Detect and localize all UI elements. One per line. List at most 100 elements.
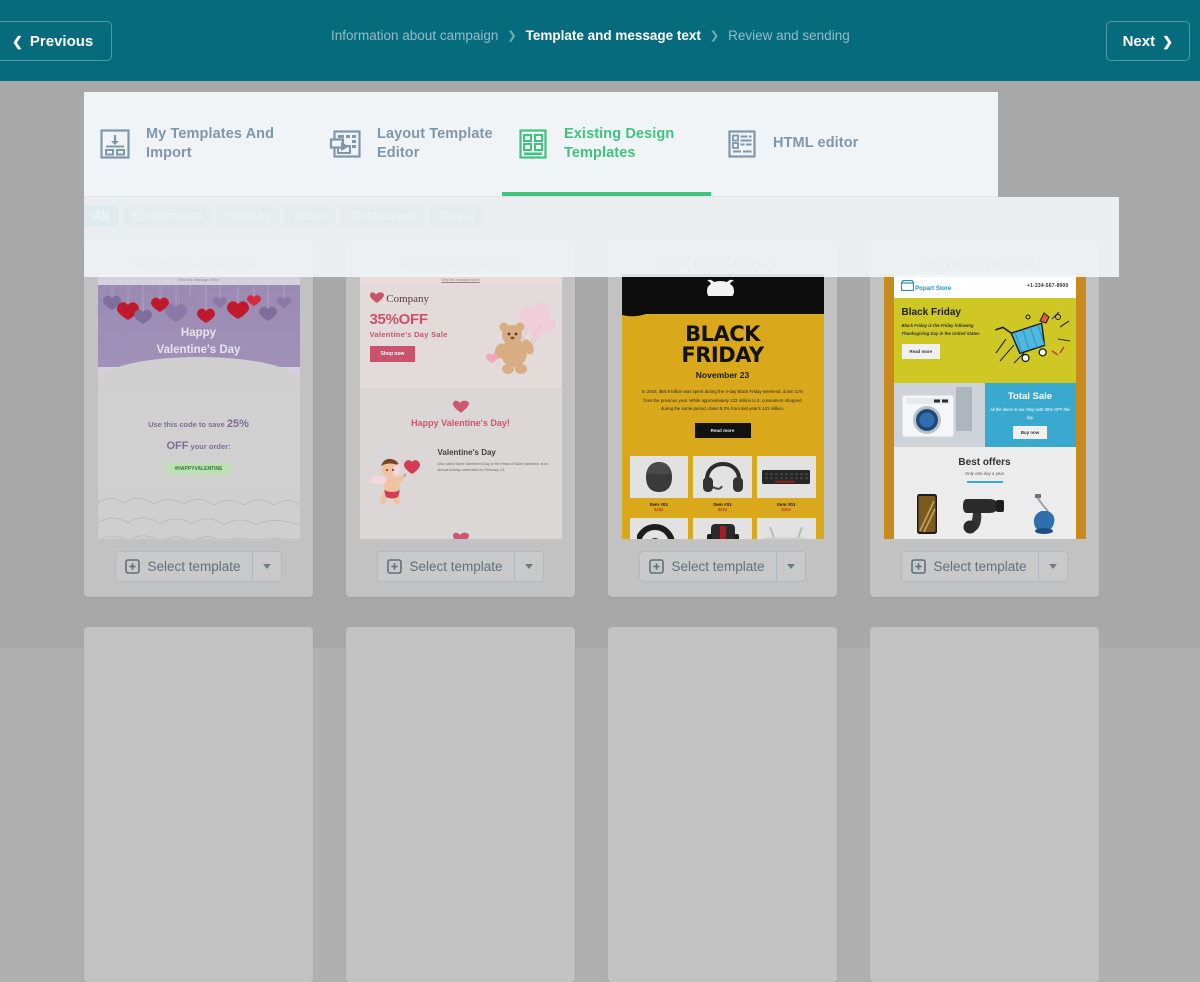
thumb-item-image — [958, 493, 1012, 535]
template-card[interactable] — [346, 627, 575, 982]
thumb-cta-button: Read more — [695, 423, 751, 438]
thumb-promo-line2: OFF your order: — [108, 435, 290, 457]
divider — [967, 481, 1003, 483]
select-template-dropdown[interactable] — [515, 552, 543, 581]
html-code-icon — [725, 127, 759, 161]
headset-icon — [700, 460, 746, 494]
tab-layout-template-editor[interactable]: Layout Template Editor — [315, 92, 502, 196]
wizard-topbar: ❮ Previous Information about campaign ❯ … — [0, 0, 1200, 81]
template-source-tabs: My Templates And Import — [84, 92, 998, 196]
select-template-button[interactable]: Select template — [378, 552, 514, 581]
thumb-best-title: Best offers — [894, 457, 1076, 468]
shopping-cart-illustration-icon — [988, 307, 1074, 369]
thumb-item-image — [757, 518, 816, 539]
breadcrumb: Information about campaign ❯ Template an… — [331, 28, 850, 43]
template-thumbnail[interactable]: BLACK FRIDAY November 23 In 2016, $50.9 … — [622, 274, 824, 539]
template-card-actions: Select template — [377, 551, 543, 582]
thumb-title: BLACK FRIDAY — [634, 324, 812, 365]
template-thumbnail[interactable]: View this message online Company — [360, 274, 562, 539]
add-box-icon — [649, 559, 664, 574]
select-template-label: Select template — [147, 559, 240, 574]
thumb-band-text: Happy Valentine's Day! — [360, 418, 562, 428]
select-template-button[interactable]: Select template — [640, 552, 776, 581]
tab-existing-design-templates[interactable]: Existing Design Templates — [502, 92, 711, 196]
thumb-item: Item #01 $252 — [693, 456, 752, 512]
layout-editor-icon — [329, 127, 363, 161]
thumb-brand: Popart Store — [901, 280, 952, 292]
select-template-button[interactable]: Select template — [902, 552, 1038, 581]
thumb-sale-text: Total Sale All the items in our shop wit… — [985, 383, 1076, 447]
cupid-icon — [368, 448, 430, 510]
chevron-down-icon — [787, 564, 795, 569]
teddy-balloons-icon — [466, 303, 562, 389]
clouds-band — [98, 489, 300, 539]
thumb-item: Item #01 $420 $252 — [900, 493, 954, 539]
template-thumbnail[interactable]: View this message online — [98, 274, 300, 539]
thumb-item-price: $252 — [757, 507, 816, 512]
template-source-tabs-panel: My Templates And Import — [84, 92, 998, 197]
previous-button[interactable]: ❮ Previous — [0, 21, 112, 61]
thumb-item — [630, 518, 689, 539]
thumb-promo-line1: Use this code to save 25% — [108, 413, 290, 435]
select-template-dropdown[interactable] — [1039, 552, 1067, 581]
thumb-article-text: Also called Saint Valentine's Day or the… — [438, 461, 554, 473]
mouse-icon — [636, 460, 682, 494]
next-button[interactable]: Next ❯ — [1106, 21, 1190, 61]
thumb-hero-cta: Read more — [902, 344, 941, 359]
thumb-article-title: Valentine's Day — [438, 448, 554, 457]
thumb-items-row: Item #01 $420 $252 — [894, 487, 1076, 539]
breadcrumb-step-1[interactable]: Information about campaign — [331, 28, 498, 43]
template-thumbnail[interactable]: Popart Store +1-234-567-8900 Black Frida… — [884, 274, 1086, 539]
chevron-left-icon: ❮ — [12, 35, 23, 48]
thumb-body-text: In 2016, $50.9 billion was spent during … — [634, 388, 812, 414]
thumb-item-price: $252 — [693, 507, 752, 512]
thumb-best-offers: Best offers Only one day a year — [894, 447, 1076, 487]
thumb-hero: Black Friday Black Friday is the Friday … — [894, 298, 1076, 383]
template-card[interactable]: Black Friday Black S... BLACK — [608, 242, 837, 597]
template-card[interactable] — [608, 627, 837, 982]
thumb-item — [693, 518, 752, 539]
thumb-items-row-2 — [622, 512, 824, 539]
router-icon — [762, 524, 810, 539]
thumb-item-image — [757, 456, 816, 498]
thumb-hero-text: Black Friday is the Friday following Tha… — [902, 322, 988, 338]
thumb-item: Item #01 $252 — [757, 456, 816, 512]
template-card[interactable] — [84, 627, 313, 982]
breadcrumb-step-2[interactable]: Template and message text — [526, 28, 701, 43]
import-template-icon — [98, 127, 132, 161]
select-template-dropdown[interactable] — [777, 552, 805, 581]
template-card[interactable]: Valentine's Day Deal... View this messag… — [84, 242, 313, 597]
page-content: My Templates And Import — [0, 81, 1200, 648]
select-template-button[interactable]: Select template — [116, 552, 252, 581]
thumb-item-price: $252 — [630, 507, 689, 512]
thumb-item — [757, 518, 816, 539]
thumb-date: November 23 — [634, 370, 812, 380]
template-card[interactable]: Valentine's Day Sale View this message o… — [346, 242, 575, 597]
washing-machine-icon — [894, 383, 995, 441]
select-template-label: Select template — [409, 559, 502, 574]
add-box-icon — [911, 559, 926, 574]
thumb-heading: Happy Valentine's Day — [98, 325, 300, 358]
thumb-sale-desc: All the items in our shop with 50% OFF t… — [990, 406, 1071, 421]
thumb-band-2: Happy Valentine's Day! — [360, 520, 562, 539]
select-template-dropdown[interactable] — [253, 552, 281, 581]
breadcrumb-step-3[interactable]: Review and sending — [728, 28, 850, 43]
thumb-item-name: Item #3 — [1016, 538, 1070, 539]
heart-icon — [453, 532, 469, 539]
template-card[interactable] — [870, 627, 1099, 982]
tab-label: HTML editor — [773, 134, 858, 153]
thumb-item: Item #3 $420 $252 — [1016, 493, 1070, 539]
tab-html-editor[interactable]: HTML editor — [711, 92, 901, 196]
template-card[interactable]: Black Friday Popart ... Popart Store — [870, 242, 1099, 597]
tab-my-templates-and-import[interactable]: My Templates And Import — [84, 92, 315, 196]
template-card-actions: Select template — [639, 551, 805, 582]
chevron-right-icon: ❯ — [1162, 35, 1173, 48]
chevron-right-icon: ❯ — [710, 29, 719, 42]
chevron-down-icon — [525, 564, 533, 569]
clouds-icon — [98, 489, 300, 539]
add-box-icon — [125, 559, 140, 574]
next-button-label: Next — [1123, 33, 1156, 50]
chevron-down-icon — [1049, 564, 1057, 569]
thumb-item-name: Item #01 — [900, 538, 954, 539]
heart-logo-icon — [370, 292, 384, 303]
